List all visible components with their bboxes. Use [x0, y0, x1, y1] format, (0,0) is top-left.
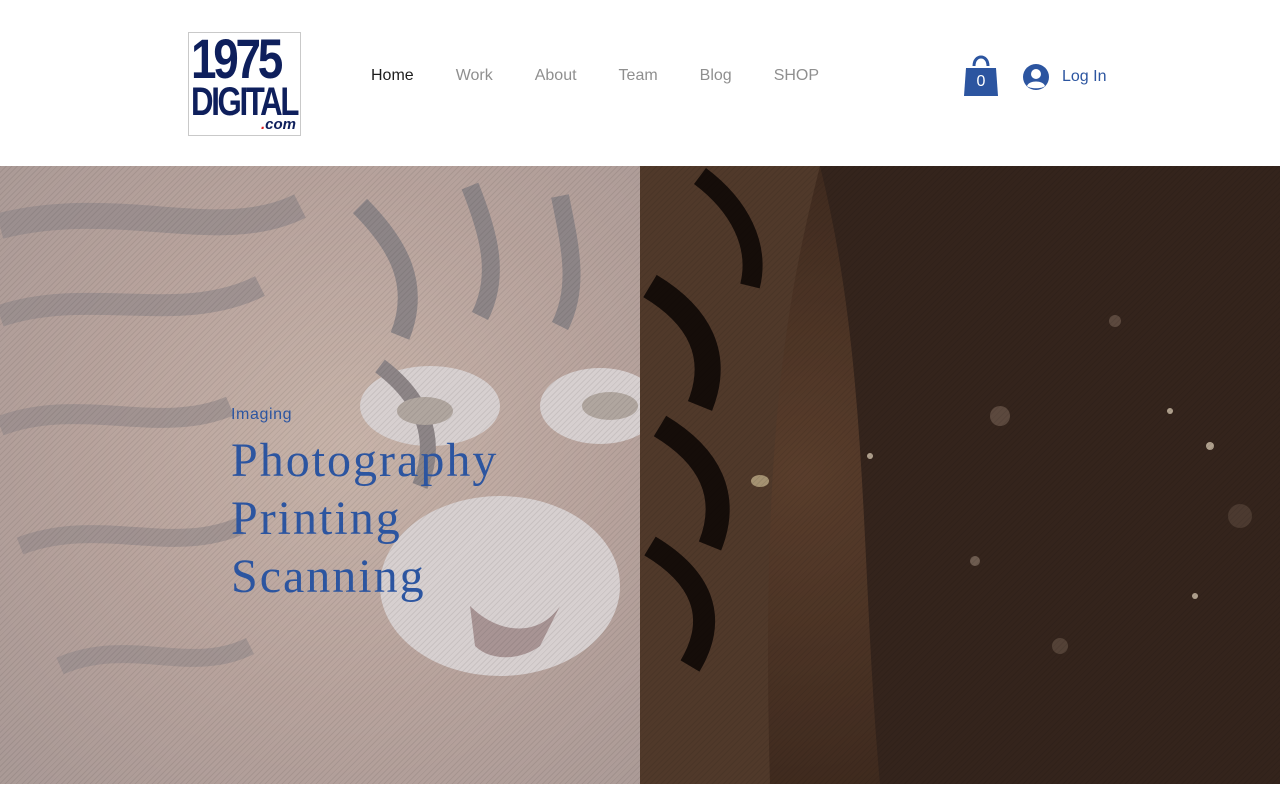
nav-item-work[interactable]: Work [435, 62, 514, 90]
hero-headline: Photography Printing Scanning [231, 432, 631, 606]
cart-count: 0 [976, 73, 986, 90]
main-navigation: Home Work About Team Blog SHOP [350, 62, 840, 90]
hero-banner: Imaging Photography Printing Scanning [0, 166, 1280, 784]
hero-kicker: Imaging [231, 406, 293, 423]
logo-com: com [265, 116, 297, 133]
nav-item-blog[interactable]: Blog [679, 62, 753, 90]
logo-text-1975: 1975 [191, 32, 283, 90]
nav-item-team[interactable]: Team [598, 62, 679, 90]
site-logo[interactable]: 1975 DIGITAL .com [188, 32, 301, 136]
nav-item-shop[interactable]: SHOP [753, 62, 840, 90]
hero-headline-line-printing: Printing [231, 492, 402, 545]
nav-item-home[interactable]: Home [350, 62, 435, 90]
nav-item-about[interactable]: About [514, 62, 598, 90]
logo-text-com: .com [261, 117, 296, 133]
user-avatar-icon [1023, 64, 1049, 90]
hero-headline-line-photography: Photography [231, 434, 499, 487]
hero-pattern-overlay [0, 166, 1280, 784]
hero-headline-line-scanning: Scanning [231, 550, 426, 603]
login-label: Log In [1062, 68, 1107, 85]
cart-button[interactable]: 0 [963, 52, 999, 98]
page-bottom-strip [0, 784, 1280, 800]
site-header: 1975 DIGITAL .com Home Work About Team B… [0, 0, 1280, 166]
login-button[interactable]: Log In [1022, 62, 1106, 92]
